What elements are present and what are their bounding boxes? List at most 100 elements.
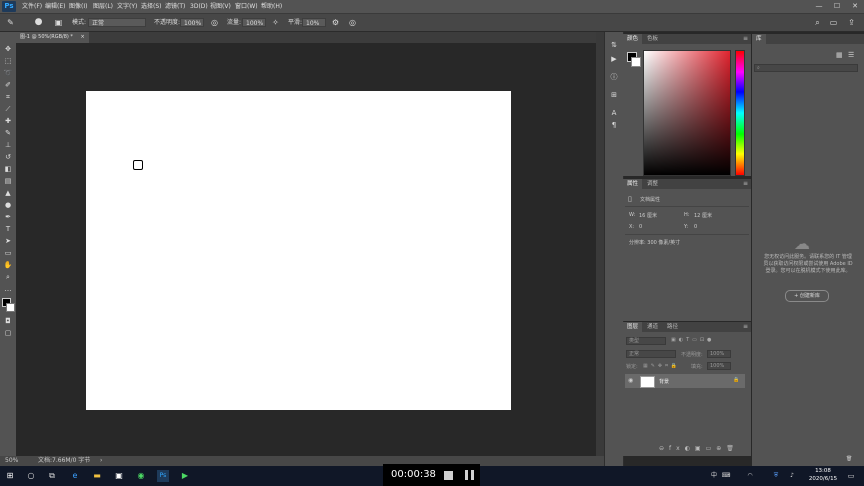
panel-menu-icon[interactable]: ≡ [743, 34, 748, 44]
opacity-field[interactable]: 100% [180, 18, 204, 27]
lasso-tool-icon[interactable]: ➰ [3, 68, 13, 78]
menu-image[interactable]: 图像(I) [69, 0, 87, 13]
delete-icon[interactable]: 🗑 [846, 456, 852, 462]
brush-tool-icon-left[interactable]: ✎ [3, 128, 13, 138]
filter-icons[interactable]: ▣◐T▭⊡● [671, 337, 714, 343]
brush-tool-icon[interactable]: ✎ [5, 17, 16, 28]
tab-libraries[interactable]: 库 [752, 34, 766, 44]
blur-tool-icon[interactable]: ▲ [3, 188, 13, 198]
fill-field[interactable]: 100% [707, 362, 731, 370]
shield-icon[interactable]: ⛨ [770, 470, 782, 482]
edge-icon[interactable]: e [69, 470, 81, 482]
more-tools-icon[interactable]: … [3, 284, 13, 294]
pause-icon[interactable] [465, 470, 474, 480]
volume-icon[interactable]: ♪ [786, 470, 798, 482]
smoothing-field[interactable]: 10% [302, 18, 326, 27]
document-tab[interactable]: 图-1 @ 50%(RGB/8) * × [16, 32, 89, 43]
shape-tool-icon[interactable]: ▭ [3, 248, 13, 258]
windows-start-icon[interactable]: ⊞ [4, 470, 16, 482]
menu-type[interactable]: 文字(Y) [117, 0, 137, 13]
zoom-level[interactable]: 50% [5, 456, 18, 466]
tab-close-icon[interactable]: × [81, 34, 85, 40]
minimize-button[interactable]: — [810, 0, 828, 13]
y-value[interactable]: 0 [694, 224, 697, 230]
menu-help[interactable]: 帮助(H) [261, 0, 282, 13]
file-explorer-icon[interactable]: ▬ [91, 470, 103, 482]
pen-tool-icon[interactable]: ✒ [3, 212, 13, 222]
type-tool-icon[interactable]: T [3, 224, 13, 234]
screen-mode-icon[interactable]: ▢ [3, 328, 13, 338]
quick-select-tool-icon[interactable]: ✐ [3, 80, 13, 90]
menu-layer[interactable]: 图层(L) [93, 0, 113, 13]
notification-icon[interactable]: ▭ [845, 470, 857, 482]
recorder-icon[interactable]: ▶ [179, 470, 191, 482]
maximize-button[interactable]: ☐ [828, 0, 846, 13]
input-language[interactable]: 中 [708, 470, 720, 482]
photoshop-taskbar-icon[interactable]: Ps [157, 470, 169, 482]
taskbar-clock[interactable]: 13:08 2020/6/15 [806, 467, 840, 483]
paragraph-icon[interactable]: ¶ [609, 120, 619, 130]
gradient-tool-icon[interactable]: ▤ [3, 176, 13, 186]
brush-settings-icon[interactable]: ▣ [53, 17, 64, 28]
search-icon[interactable]: ○ [25, 470, 37, 482]
document-canvas[interactable] [86, 91, 511, 410]
healing-tool-icon[interactable]: ✚ [3, 116, 13, 126]
marquee-tool-icon[interactable]: ⬚ [3, 56, 13, 66]
canvas-scrollbar[interactable] [596, 32, 604, 456]
actions-icon[interactable]: ▶ [609, 54, 619, 64]
brush-preset-icon[interactable]: ● [33, 17, 44, 28]
menu-edit[interactable]: 编辑(E) [45, 0, 65, 13]
menu-3d[interactable]: 3D(D) [190, 0, 208, 13]
tray-icons[interactable]: ⌨ [720, 470, 732, 482]
layer-opacity-field[interactable]: 100% [707, 350, 731, 358]
share-icon[interactable]: ⇪ [846, 17, 857, 28]
gear-icon[interactable]: ⚙ [330, 17, 341, 28]
menu-view[interactable]: 视图(V) [210, 0, 231, 13]
flow-field[interactable]: 100% [242, 18, 266, 27]
character-icon[interactable]: A [609, 108, 619, 118]
history-icon[interactable]: ⇅ [609, 40, 619, 50]
grid-view-icon[interactable]: ▦ [836, 51, 843, 59]
panel-menu-icon[interactable]: ≡ [743, 322, 748, 332]
blend-mode-select[interactable]: 正常 [626, 350, 676, 358]
layer-name[interactable]: 背景 [659, 378, 669, 385]
color-background-swatch[interactable] [631, 57, 641, 67]
hand-tool-icon[interactable]: ✋ [3, 260, 13, 270]
x-value[interactable]: 0 [639, 224, 642, 230]
tab-channels[interactable]: 通道 [643, 322, 662, 332]
tab-properties[interactable]: 属性 [623, 179, 643, 189]
panel-menu-icon[interactable]: ≡ [743, 179, 748, 189]
crop-tool-icon[interactable]: ⌗ [3, 92, 13, 102]
width-value[interactable]: 16 厘米 [639, 212, 657, 219]
airbrush-icon[interactable]: ✧ [270, 17, 281, 28]
hue-slider[interactable] [735, 50, 745, 176]
mode-select[interactable]: 正常 [88, 18, 146, 27]
tab-adjustments[interactable]: 调整 [643, 179, 662, 189]
history-brush-tool-icon[interactable]: ↺ [3, 152, 13, 162]
create-library-button[interactable]: + 创建新库 [785, 290, 829, 302]
move-tool-icon[interactable]: ✥ [3, 44, 13, 54]
tab-paths[interactable]: 路径 [663, 322, 682, 332]
quick-mask-icon[interactable]: ◘ [3, 316, 13, 326]
search-icon[interactable]: ⌕ [812, 17, 823, 28]
library-search-input[interactable]: ⌕ [754, 64, 858, 72]
tab-swatches[interactable]: 色板 [643, 34, 662, 44]
tab-layers[interactable]: 图层 [623, 322, 643, 332]
status-arrow-icon[interactable]: › [100, 456, 102, 466]
color-picker-field[interactable] [643, 50, 731, 176]
pressure-opacity-icon[interactable]: ◎ [209, 17, 220, 28]
menu-select[interactable]: 选择(S) [141, 0, 162, 13]
background-color-swatch[interactable] [6, 303, 15, 312]
menu-filter[interactable]: 滤镜(T) [165, 0, 185, 13]
layer-bottom-icons[interactable]: ⊖fx◐▣▭⊕🗑 [659, 445, 739, 452]
wifi-icon[interactable]: ◠ [744, 470, 756, 482]
store-icon[interactable]: ▣ [113, 470, 125, 482]
info-icon[interactable]: ⓘ [609, 72, 619, 82]
stop-icon[interactable] [444, 471, 453, 480]
stamp-tool-icon[interactable]: ⊥ [3, 140, 13, 150]
lock-icons[interactable]: ▦✎✥⌗🔒 [643, 363, 680, 369]
app-green-icon[interactable]: ◉ [135, 470, 147, 482]
eraser-tool-icon[interactable]: ◧ [3, 164, 13, 174]
workspace-icon[interactable]: ▭ [828, 17, 839, 28]
path-select-tool-icon[interactable]: ➤ [3, 236, 13, 246]
